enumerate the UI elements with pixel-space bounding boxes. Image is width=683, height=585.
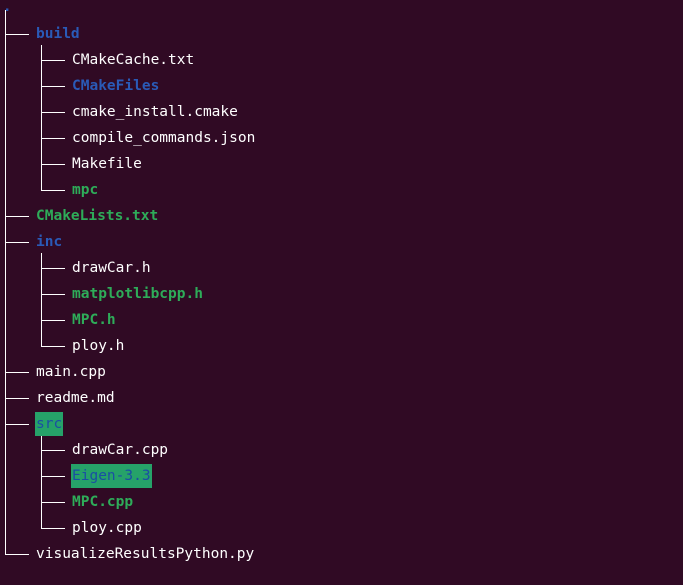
tree-row: mpc [0,177,683,203]
tree-entry-file[interactable]: Makefile [72,151,142,177]
tree-row: drawCar.cpp [0,437,683,463]
tree-row: visualizeResultsPython.py [0,541,683,567]
tree-connector [41,528,65,529]
terminal-window: . build CMakeCache.txt CMakeFiles cmake_ins… [0,0,683,585]
tree-row: compile_commands.json [0,125,683,151]
tree-entry-file[interactable]: drawCar.h [72,255,151,281]
tree-entry-directory[interactable]: CMakeFiles [72,73,159,99]
tree-connector [41,138,65,139]
tree-connector [41,294,65,295]
tree-row: readme.md [0,385,683,411]
tree-connector [5,34,29,35]
tree-connector [5,398,29,399]
tree-entry-executable[interactable]: MPC.cpp [72,489,133,515]
tree-row: MPC.h [0,307,683,333]
tree-row: CMakeLists.txt [0,203,683,229]
tree-row: Eigen-3.3 [0,463,683,489]
tree-entry-file[interactable]: ploy.h [72,333,124,359]
tree-row: Makefile [0,151,683,177]
tree-entry-executable[interactable]: MPC.h [72,307,116,333]
tree-connector [41,346,65,347]
tree-connector [41,450,65,451]
tree-entry-directory[interactable]: src [35,412,64,436]
tree-entry-file[interactable]: drawCar.cpp [72,437,168,463]
tree-row: cmake_install.cmake [0,99,683,125]
tree-row: drawCar.h [0,255,683,281]
tree-entry-file[interactable]: CMakeCache.txt [72,47,194,73]
tree-entry-file[interactable]: compile_commands.json [72,125,255,151]
tree-row: matplotlibcpp.h [0,281,683,307]
tree-row: CMakeCache.txt [0,47,683,73]
tree-row: src [0,411,683,437]
tree-connector [5,216,29,217]
tree-row: MPC.cpp [0,489,683,515]
tree-connector [5,554,29,555]
tree-row: build [0,21,683,47]
tree-entry-executable[interactable]: matplotlibcpp.h [72,281,203,307]
tree-connector [41,86,65,87]
tree-connector [41,476,65,477]
tree-entry-file[interactable]: readme.md [36,385,115,411]
tree-connector [41,268,65,269]
tree-connector [41,320,65,321]
tree-connector [41,502,65,503]
tree-entry-file[interactable]: cmake_install.cmake [72,99,238,125]
tree-connector [41,190,65,191]
tree-connector [41,112,65,113]
tree-row: ploy.cpp [0,515,683,541]
tree-row: ploy.h [0,333,683,359]
tree-entry-file[interactable]: visualizeResultsPython.py [36,541,254,567]
tree-row: inc [0,229,683,255]
tree-entry-executable[interactable]: mpc [72,177,98,203]
tree-connector [5,242,29,243]
tree-row: CMakeFiles [0,73,683,99]
tree-entry-directory[interactable]: inc [36,229,62,255]
tree-entry-directory[interactable]: build [36,21,80,47]
tree-connector [41,60,65,61]
tree-entry-file[interactable]: ploy.cpp [72,515,142,541]
tree-entry-file[interactable]: main.cpp [36,359,106,385]
tree-connector [5,372,29,373]
tree-entry-executable[interactable]: CMakeLists.txt [36,203,158,229]
tree-connector [5,424,29,425]
tree-connector [41,164,65,165]
tree-entry-directory[interactable]: Eigen-3.3 [71,464,152,488]
tree-row: main.cpp [0,359,683,385]
